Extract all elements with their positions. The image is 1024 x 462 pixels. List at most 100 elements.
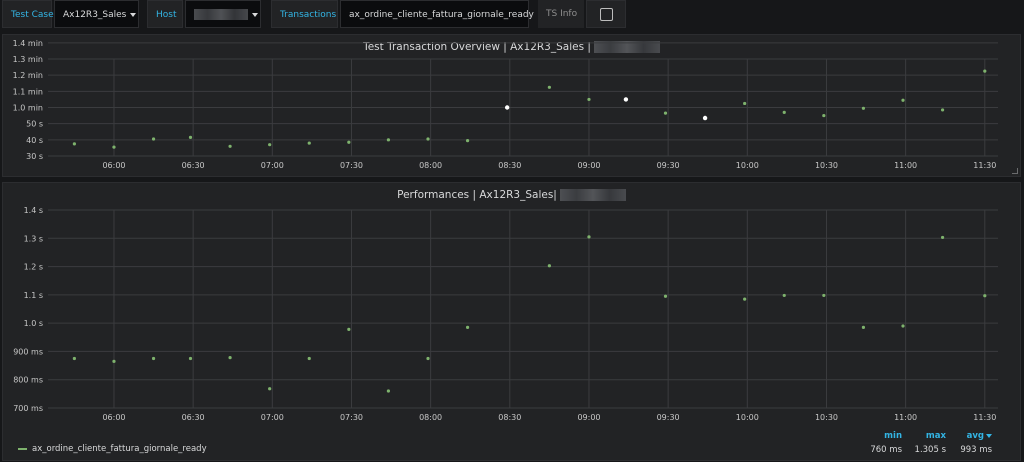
legend-series[interactable]: ax_ordine_cliente_fattura_giornale_ready [18,444,207,454]
overview-data-point[interactable] [112,145,116,149]
transactions-dropdown[interactable]: ax_ordine_cliente_fattura_giornale_ready [340,0,544,28]
transactions-label: Transactions [271,0,338,28]
performances-data-point[interactable] [822,293,826,298]
overview-data-point[interactable] [307,141,311,145]
checkbox-icon[interactable] [600,8,613,21]
performances-data-point[interactable] [983,294,987,298]
performances-panel: Performances | Ax12R3_Sales| 700 ms 800 m… [2,182,1021,461]
overview-y-tick-label: 50 s [26,120,43,129]
host-label: Host [147,0,183,28]
performances-data-point[interactable] [901,324,905,328]
overview-data-point[interactable] [782,110,786,114]
overview-data-point[interactable] [587,97,591,102]
legend-avg-header[interactable]: avg [932,431,992,441]
overview-x-tick-label: 08:30 [498,161,521,170]
performances-x-tick-label: 06:30 [182,413,205,422]
performances-data-point[interactable] [426,356,430,361]
sort-desc-icon [986,433,992,438]
overview-data-point[interactable] [702,115,708,121]
overview-panel: Test Transaction Overview | Ax12R3_Sales… [2,34,1021,177]
legend-avg-label: avg [966,431,984,441]
overview-y-tick-label: 30 s [26,152,43,161]
performances-y-tick-label: 1.4 s [24,206,43,215]
test-case-label: Test Case [2,0,54,28]
performances-x-tick-label: 08:00 [419,413,442,422]
performances-data-point[interactable] [663,294,668,298]
transactions-value: ax_ordine_cliente_fattura_giornale_ready [349,10,534,20]
performances-data-point[interactable] [188,356,193,361]
overview-x-tick-label: 09:30 [657,161,680,170]
performances-data-point[interactable] [587,235,591,239]
overview-y-tick-label: 40 s [26,136,43,145]
overview-data-point[interactable] [822,113,826,118]
overview-chart[interactable]: 30 s 40 s 50 s 1.0 min 1.1 min 1.2 min 1.3 min… [3,35,1022,178]
overview-y-tick-label: 1.4 min [13,39,43,48]
performances-data-point[interactable] [228,356,232,360]
host-value-redacted [194,9,248,20]
performances-x-tick-label: 10:00 [736,413,759,422]
overview-x-tick-label: 07:30 [340,161,363,170]
performances-y-tick-label: 1.1 s [24,291,43,300]
overview-data-point[interactable] [151,137,156,141]
host-dropdown[interactable] [185,0,261,28]
template-variables-bar: Test Case Ax12R3_Sales Host Transactions… [0,0,1024,31]
overview-x-tick-label: 07:00 [261,161,284,170]
overview-x-tick-label: 09:00 [577,161,600,170]
overview-data-point[interactable] [347,140,351,144]
overview-y-tick-label: 1.1 min [13,87,43,96]
legend-series-name: ax_ordine_cliente_fattura_giornale_ready [32,444,207,454]
resize-handle-icon[interactable] [1012,168,1018,174]
overview-data-point[interactable] [268,143,272,147]
performances-x-tick-label: 11:30 [973,413,996,422]
overview-x-tick-label: 10:30 [815,161,838,170]
performances-x-tick-label: 07:00 [261,413,284,422]
overview-data-point[interactable] [547,85,551,89]
overview-data-point[interactable] [426,137,430,141]
overview-data-point[interactable] [901,98,905,102]
performances-data-point[interactable] [112,359,116,363]
chevron-down-icon [252,12,258,17]
overview-data-point[interactable] [465,139,470,143]
overview-data-point[interactable] [623,97,629,102]
performances-y-tick-label: 1.2 s [24,263,43,272]
overview-data-point[interactable] [386,138,391,142]
overview-data-point[interactable] [861,106,866,110]
performances-x-tick-label: 09:30 [657,413,680,422]
overview-data-point[interactable] [663,111,668,115]
performances-chart[interactable]: 700 ms 800 ms 900 ms 1.0 s 1.1 s 1.2 s 1.3 s 1.… [3,183,1022,462]
performances-data-point[interactable] [547,264,551,268]
overview-data-point[interactable] [983,69,987,73]
performances-data-point[interactable] [386,389,391,393]
performances-y-tick-label: 1.0 s [24,319,43,328]
overview-data-point[interactable] [504,105,510,110]
overview-data-point[interactable] [228,144,232,148]
performances-y-tick-label: 900 ms [13,347,43,356]
performances-data-point[interactable] [465,325,470,329]
performances-data-point[interactable] [307,356,311,361]
overview-data-point[interactable] [72,142,76,146]
performances-y-tick-label: 1.3 s [24,234,43,243]
performances-data-point[interactable] [940,235,945,240]
performances-x-tick-label: 07:30 [340,413,363,422]
performances-x-tick-label: 11:00 [894,413,917,422]
overview-data-point[interactable] [940,108,945,112]
performances-data-point[interactable] [72,356,76,361]
performances-data-point[interactable] [743,297,747,301]
overview-data-point[interactable] [188,135,193,140]
performances-data-point[interactable] [782,293,786,298]
overview-x-tick-label: 06:30 [182,161,205,170]
legend-avg-value: 993 ms [960,445,992,455]
performances-data-point[interactable] [861,325,866,329]
ts-info-toggle[interactable] [586,0,626,28]
performances-data-point[interactable] [347,327,351,331]
test-case-value: Ax12R3_Sales [63,10,127,20]
overview-data-point[interactable] [743,101,747,106]
overview-x-tick-label: 06:00 [102,161,125,170]
chevron-down-icon [130,12,137,17]
overview-y-tick-label: 1.2 min [13,71,43,80]
performances-x-tick-label: 08:30 [498,413,521,422]
overview-x-tick-label: 10:00 [736,161,759,170]
test-case-dropdown[interactable]: Ax12R3_Sales [54,0,139,28]
performances-data-point[interactable] [151,356,156,361]
performances-data-point[interactable] [268,387,272,391]
